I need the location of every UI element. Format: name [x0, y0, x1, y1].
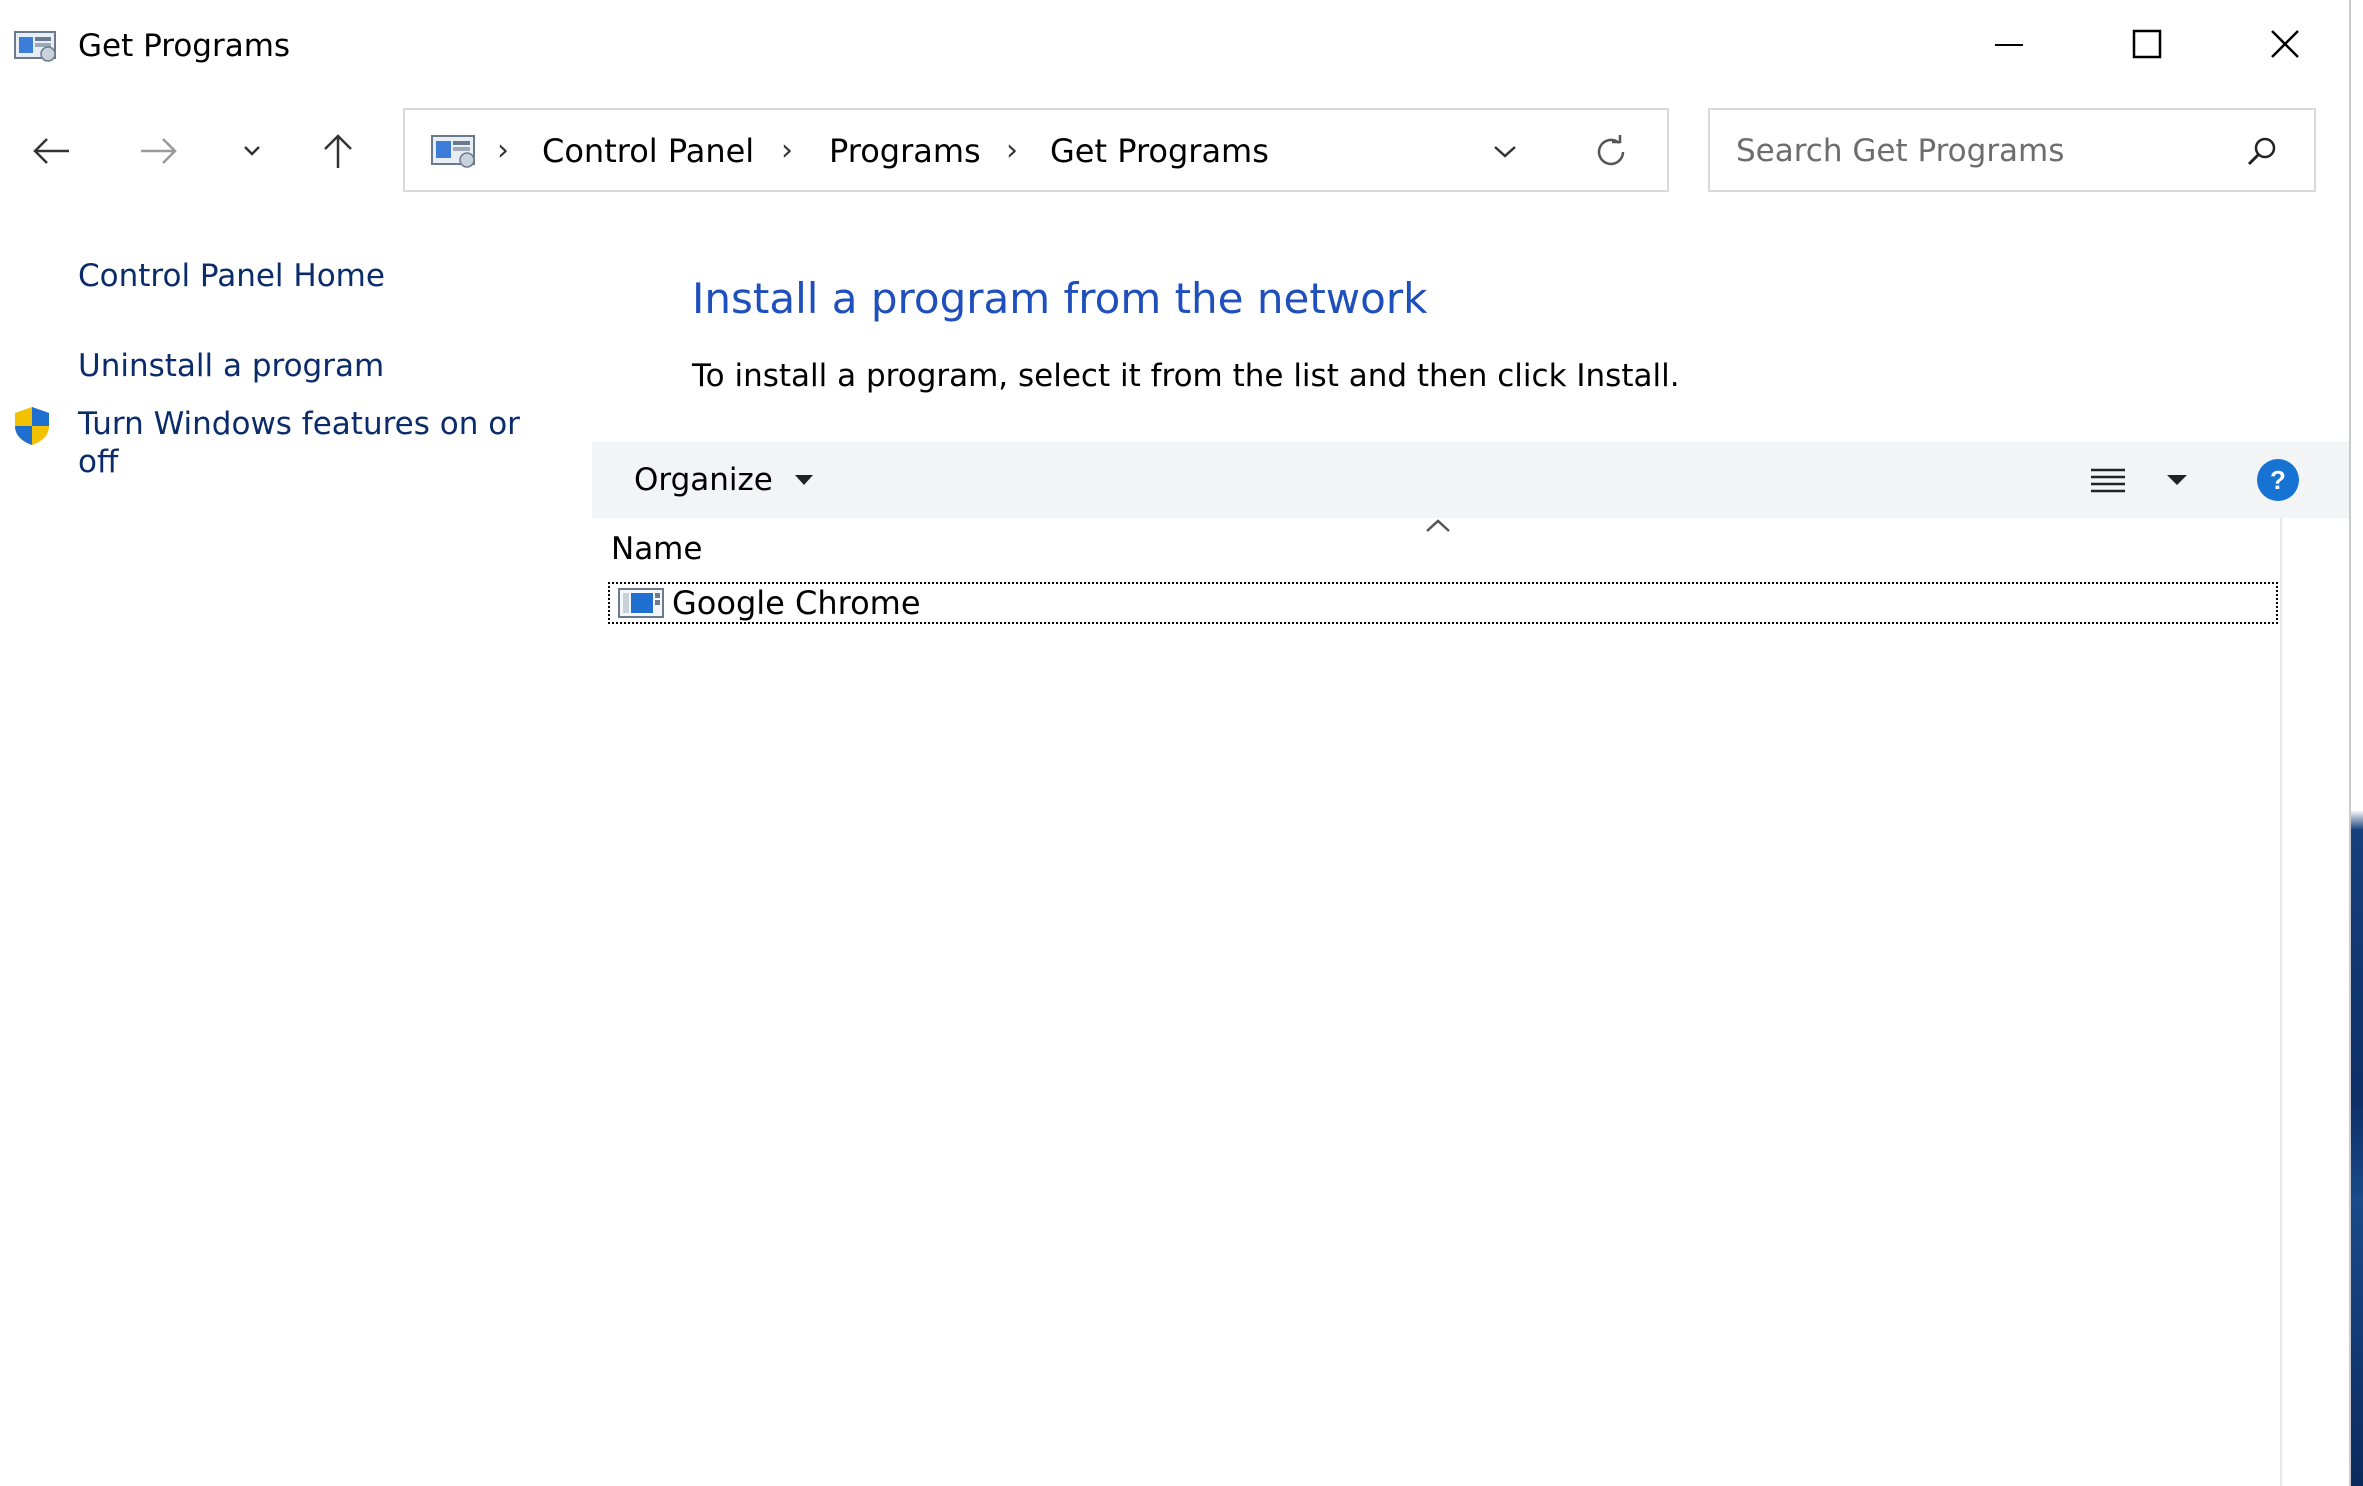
- search-box[interactable]: Search Get Programs: [1708, 108, 2316, 192]
- installer-package-icon: [618, 588, 664, 618]
- view-options-dropdown[interactable]: [2152, 454, 2202, 506]
- minimize-icon: [1995, 44, 2023, 46]
- up-button[interactable]: [308, 124, 368, 178]
- help-button[interactable]: ?: [2254, 458, 2302, 502]
- windows-features-link-continued[interactable]: off: [78, 443, 118, 481]
- recent-locations-button[interactable]: [222, 124, 282, 178]
- breadcrumb-get-programs[interactable]: Get Programs: [1050, 130, 1269, 172]
- search-input[interactable]: Search Get Programs: [1736, 130, 2064, 172]
- chevron-down-icon: [1494, 146, 1516, 158]
- close-button[interactable]: [2216, 0, 2354, 88]
- title-bar: Get Programs: [0, 0, 2349, 90]
- windows-features-link[interactable]: Turn Windows features on or: [78, 405, 520, 443]
- list-item-name: Google Chrome: [672, 584, 921, 622]
- control-panel-icon: [431, 135, 475, 168]
- search-icon: [2247, 137, 2276, 166]
- arrow-up-icon: [324, 134, 352, 168]
- page-description: To install a program, select it from the…: [692, 358, 1680, 394]
- breadcrumb-control-panel[interactable]: Control Panel: [542, 130, 754, 172]
- sort-ascending-icon: [1426, 519, 1450, 532]
- page-title: Install a program from the network: [692, 274, 1428, 323]
- column-header-name[interactable]: Name: [611, 530, 702, 568]
- search-button[interactable]: [2240, 130, 2284, 174]
- arrow-right-icon: [141, 138, 177, 164]
- organize-label: Organize: [634, 462, 773, 498]
- desktop-background: [2351, 0, 2363, 1486]
- svg-text:?: ?: [2270, 465, 2286, 495]
- breadcrumb-separator: ›: [1006, 133, 1018, 168]
- chevron-down-icon: [244, 146, 260, 156]
- list-divider: [2280, 518, 2282, 1486]
- uninstall-program-link[interactable]: Uninstall a program: [78, 347, 384, 385]
- program-list: [592, 518, 2282, 1486]
- control-panel-home-link[interactable]: Control Panel Home: [78, 257, 385, 295]
- maximize-icon: [2132, 29, 2162, 59]
- minimize-button[interactable]: [1940, 0, 2078, 88]
- help-icon: ?: [2257, 459, 2299, 501]
- refresh-button[interactable]: [1581, 128, 1641, 176]
- control-panel-icon: [14, 31, 56, 62]
- shield-icon: [15, 407, 49, 445]
- details-view-icon: [2091, 468, 2125, 493]
- breadcrumb-programs[interactable]: Programs: [829, 130, 981, 172]
- forward-button[interactable]: [128, 124, 188, 178]
- arrow-left-icon: [33, 138, 69, 164]
- maximize-button[interactable]: [2078, 0, 2216, 88]
- organize-button[interactable]: Organize: [634, 458, 815, 502]
- command-bar: Organize ?: [592, 442, 2349, 518]
- breadcrumb-separator: ›: [781, 133, 793, 168]
- close-icon: [2271, 30, 2299, 58]
- list-item[interactable]: Google Chrome: [608, 582, 2278, 624]
- address-bar[interactable]: › Control Panel › Programs › Get Program…: [403, 108, 1669, 192]
- back-button[interactable]: [22, 124, 82, 178]
- caret-down-icon: [794, 475, 813, 485]
- refresh-icon: [1597, 135, 1625, 166]
- get-programs-window: Get Programs › Control Panel › Programs …: [0, 0, 2363, 1486]
- breadcrumb-separator: ›: [497, 133, 509, 168]
- caret-down-icon: [2167, 475, 2187, 485]
- window-title: Get Programs: [78, 28, 291, 64]
- address-history-dropdown[interactable]: [1475, 130, 1535, 174]
- change-view-button[interactable]: [2080, 454, 2136, 506]
